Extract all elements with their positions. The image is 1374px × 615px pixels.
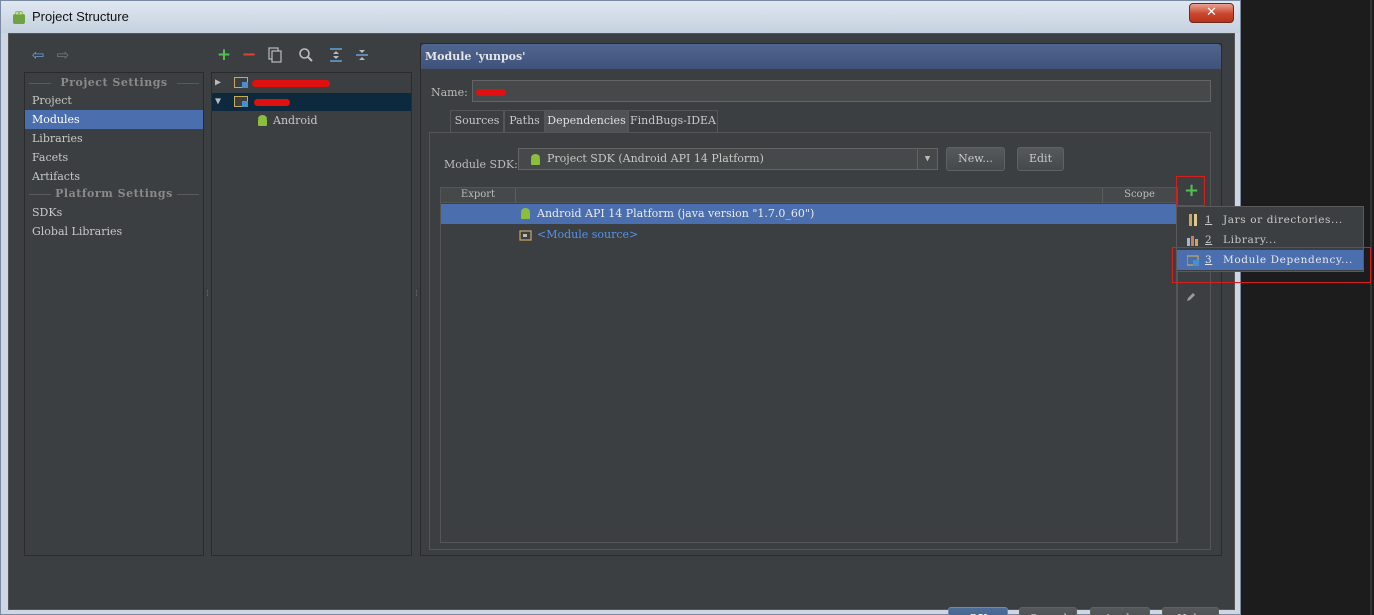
column-header-export[interactable]: Export — [441, 188, 516, 203]
platform-settings-header: Platform Settings — [25, 187, 203, 201]
close-button[interactable]: ✕ — [1189, 3, 1234, 23]
sidebar-item-modules[interactable]: Modules — [25, 110, 203, 129]
dialog-content: ⇦ ⇨ + − Project Settings Project Modules… — [8, 33, 1235, 615]
tree-row-module-1[interactable]: ▶ — [212, 74, 411, 92]
redacted-module-name — [254, 99, 290, 106]
tab-paths[interactable]: Paths — [504, 110, 545, 132]
module-sdk-value: Project SDK (Android API 14 Platform) — [547, 152, 764, 165]
module-source-icon — [519, 230, 532, 241]
column-header-name[interactable] — [516, 188, 1103, 203]
menu-item-jars[interactable]: 1 Jars or directories... — [1177, 210, 1363, 230]
copy-icon[interactable] — [266, 46, 284, 64]
collapse-all-icon[interactable] — [353, 46, 371, 64]
menu-item-label: Jars or directories... — [1223, 214, 1343, 226]
project-settings-header: Project Settings — [25, 76, 203, 90]
jar-icon — [1189, 214, 1197, 226]
tab-findbugs[interactable]: FindBugs-IDEA — [628, 110, 718, 132]
android-icon — [531, 154, 540, 165]
project-structure-window: Project Structure ✕ ⇦ ⇨ + − Project Sett… — [0, 0, 1241, 615]
name-label: Name: — [431, 86, 468, 99]
forward-icon[interactable]: ⇨ — [54, 46, 72, 64]
splitter-handle[interactable]: ⁞ — [414, 290, 419, 304]
apply-button[interactable]: Apply — [1090, 607, 1150, 615]
desktop-scrollbar — [1370, 0, 1372, 615]
sidebar-item-global-libraries[interactable]: Global Libraries — [25, 222, 203, 241]
android-icon — [521, 208, 530, 219]
back-icon[interactable]: ⇦ — [29, 46, 47, 64]
window-title: Project Structure — [32, 9, 129, 24]
column-header-scope[interactable]: Scope — [1103, 188, 1176, 203]
tree-row-android-facet[interactable]: Android — [212, 112, 411, 130]
desktop-background — [1241, 0, 1374, 615]
cancel-button[interactable]: Cancel — [1019, 607, 1077, 615]
library-icon — [1187, 236, 1198, 246]
help-button[interactable]: Help — [1162, 607, 1219, 615]
tab-sources[interactable]: Sources — [450, 110, 504, 132]
tab-dependencies[interactable]: Dependencies — [545, 110, 628, 132]
android-studio-icon — [13, 11, 25, 24]
dependencies-table: Export Scope Android API 14 Platform (ja… — [440, 187, 1177, 543]
sidebar-item-sdks[interactable]: SDKs — [25, 203, 203, 222]
table-header: Export Scope — [441, 188, 1176, 203]
sidebar-item-artifacts[interactable]: Artifacts — [25, 167, 203, 186]
module-folder-icon — [234, 96, 248, 107]
settings-sidebar: Project Settings Project Modules Librari… — [24, 72, 204, 556]
module-sdk-select[interactable]: Project SDK (Android API 14 Platform) ▼ — [518, 148, 938, 170]
module-name-field[interactable] — [472, 80, 1211, 102]
module-tree: ▶ ▼ Android — [211, 72, 412, 556]
expand-all-icon[interactable] — [327, 46, 345, 64]
sidebar-item-facets[interactable]: Facets — [25, 148, 203, 167]
dependencies-tab-content: Module SDK: Project SDK (Android API 14 … — [429, 132, 1211, 550]
remove-icon[interactable]: − — [240, 46, 258, 64]
android-icon — [258, 115, 267, 126]
splitter-handle[interactable]: ⁞ — [205, 290, 210, 304]
dependency-label: <Module source> — [537, 228, 639, 241]
table-row[interactable]: <Module source> — [441, 225, 1176, 245]
table-row[interactable]: Android API 14 Platform (java version "1… — [441, 204, 1176, 224]
redacted-module-name — [252, 80, 330, 87]
new-sdk-button[interactable]: New... — [946, 147, 1005, 171]
tree-item-label: Android — [273, 114, 318, 127]
ok-button[interactable]: OK — [948, 607, 1008, 615]
module-detail-panel: Module 'yunpos' Name: Sources Paths Depe… — [420, 43, 1222, 556]
chevron-down-icon[interactable]: ▼ — [917, 149, 937, 169]
edit-sdk-button[interactable]: Edit — [1017, 147, 1064, 171]
module-sdk-label: Module SDK: — [444, 158, 518, 171]
sidebar-item-project[interactable]: Project — [25, 91, 203, 110]
tree-row-module-2[interactable]: ▼ — [212, 93, 411, 111]
module-dependency-highlight — [1172, 247, 1371, 283]
search-icon[interactable] — [297, 46, 315, 64]
module-folder-icon — [234, 77, 248, 88]
menu-item-number: 1 — [1205, 214, 1213, 226]
expand-arrow-icon[interactable]: ▶ — [215, 74, 225, 92]
edit-icon[interactable] — [1185, 291, 1197, 303]
dependency-label: Android API 14 Platform (java version "1… — [537, 207, 815, 220]
add-dependency-button[interactable]: + — [1184, 181, 1199, 201]
collapse-arrow-icon[interactable]: ▼ — [215, 93, 225, 111]
module-header: Module 'yunpos' — [421, 44, 1221, 69]
title-bar: Project Structure ✕ — [1, 1, 1240, 33]
redacted-module-name — [476, 89, 506, 96]
sidebar-item-libraries[interactable]: Libraries — [25, 129, 203, 148]
add-icon[interactable]: + — [215, 46, 233, 64]
add-dependency-highlight: + — [1176, 176, 1205, 206]
